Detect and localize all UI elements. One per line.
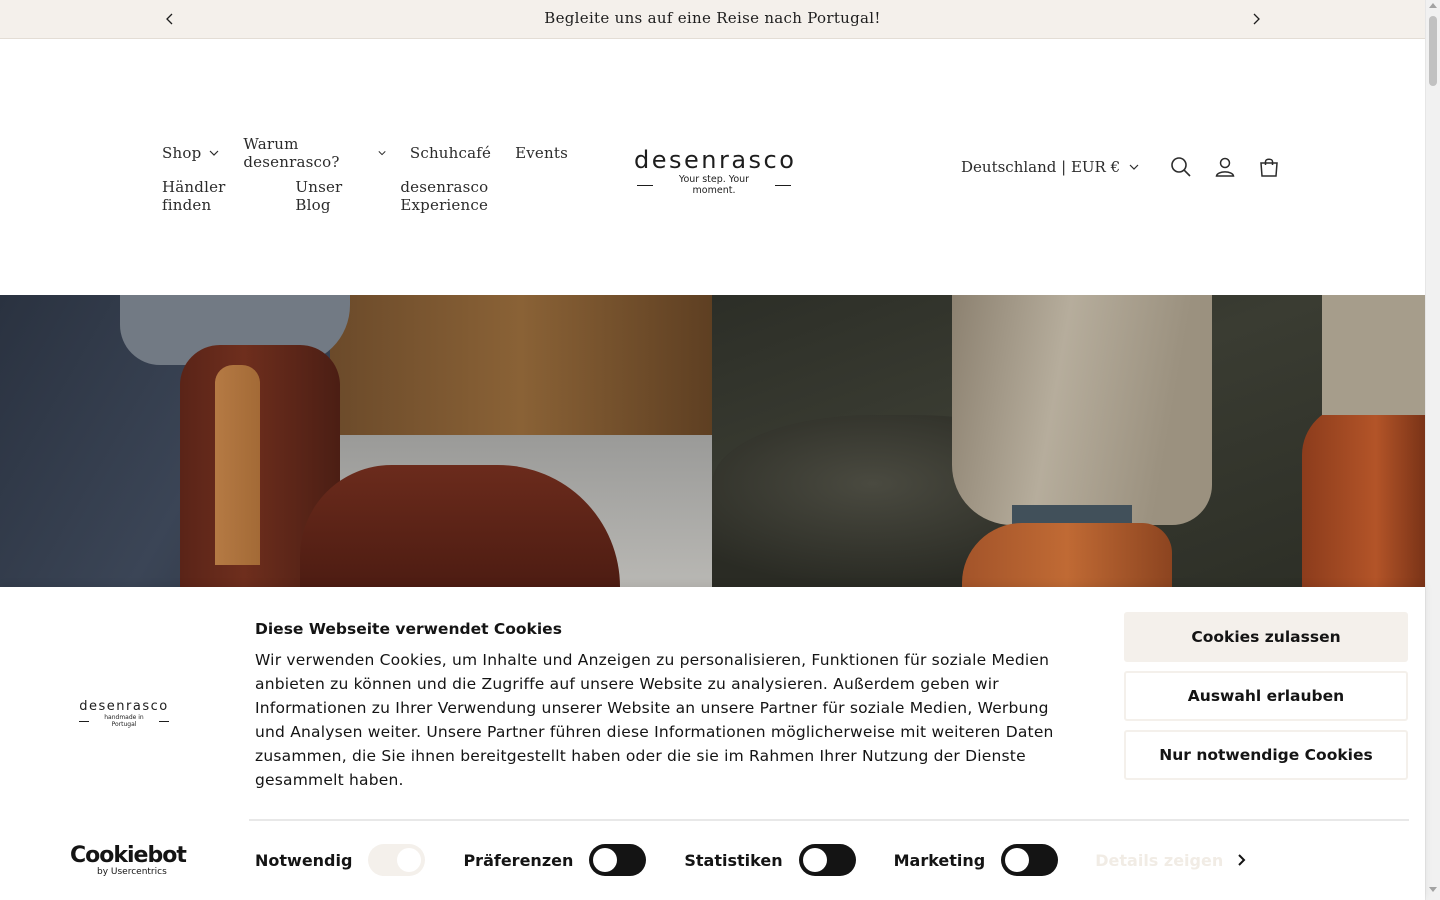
cookie-logo-tagline-row: handmade in Portugal bbox=[76, 714, 172, 728]
nav-item-label: Händler finden bbox=[162, 177, 226, 214]
cookiebot-subtitle: by Usercentrics bbox=[97, 867, 167, 877]
necessary-only-button[interactable]: Nur notwendige Cookies bbox=[1124, 730, 1408, 780]
cookiebot-wordmark: Cookiebot bbox=[70, 843, 187, 868]
page-scrollbar[interactable] bbox=[1425, 0, 1440, 900]
show-details-label: Details zeigen bbox=[1095, 850, 1224, 870]
boot-elastic-shape bbox=[215, 365, 260, 565]
nav-row-2: Händler finden Unser Blog desenrasco Exp… bbox=[162, 174, 592, 217]
cookie-category-toggles: Notwendig Präferenzen Statistiken Market… bbox=[255, 843, 1247, 877]
logo-wordmark: desenrasco bbox=[634, 146, 797, 174]
toggle-statistiken: Statistiken bbox=[684, 844, 856, 876]
shoe-shape-right bbox=[1302, 405, 1425, 587]
nav-item-label: Warum desenrasco? bbox=[243, 134, 340, 171]
nav-item-unser-blog[interactable]: Unser Blog bbox=[295, 178, 376, 214]
cart-icon bbox=[1260, 158, 1278, 177]
cookie-logo-tagline: handmade in Portugal bbox=[104, 714, 144, 728]
nav-item-label: desenrasco Experience bbox=[400, 177, 489, 214]
nav-item-schuhcafe[interactable]: Schuhcafé bbox=[410, 144, 491, 162]
toggle-label: Notwendig bbox=[255, 850, 353, 870]
chevron-down-icon bbox=[378, 150, 386, 155]
show-details-link[interactable]: Details zeigen bbox=[1095, 851, 1247, 870]
search-button[interactable] bbox=[1159, 147, 1203, 187]
shoe-shape bbox=[962, 523, 1172, 587]
statistiken-switch[interactable] bbox=[798, 844, 856, 876]
site-logo[interactable]: desenrasco Your step. Your moment. bbox=[634, 146, 797, 196]
hero-image-lace-shoe bbox=[712, 295, 1425, 587]
divider bbox=[637, 184, 653, 186]
scroll-down-icon[interactable] bbox=[1429, 887, 1437, 892]
marketing-switch[interactable] bbox=[1001, 844, 1059, 876]
switch-knob bbox=[593, 848, 618, 872]
nav-item-desenrasco-experience[interactable]: desenrasco Experience bbox=[400, 178, 568, 214]
cookiebot-logo[interactable]: Cookiebot by Usercentrics bbox=[70, 843, 187, 878]
toggle-praeferenzen: Präferenzen bbox=[463, 844, 647, 876]
hero-image-chelsea-boot bbox=[0, 295, 712, 587]
notwendig-switch bbox=[368, 844, 426, 876]
nav-item-shop[interactable]: Shop bbox=[162, 144, 219, 162]
switch-knob bbox=[1005, 848, 1030, 872]
nav-item-label: Events bbox=[515, 143, 568, 162]
nav-item-warum-desenrasco[interactable]: Warum desenrasco? bbox=[243, 135, 386, 171]
chevron-down-icon bbox=[1129, 164, 1139, 170]
toggle-notwendig: Notwendig bbox=[255, 844, 426, 876]
hero-banner[interactable] bbox=[0, 295, 1425, 587]
site-header: Shop Warum desenrasco? Schuhcafé Events … bbox=[0, 39, 1425, 295]
divider bbox=[249, 819, 1409, 821]
nav-row-1: Shop Warum desenrasco? Schuhcafé Events bbox=[162, 131, 592, 174]
logo-tagline: Your step. Your moment. bbox=[678, 174, 750, 196]
trouser-shape bbox=[952, 295, 1212, 525]
allow-selection-button[interactable]: Auswahl erlauben bbox=[1124, 671, 1408, 721]
divider bbox=[775, 184, 791, 186]
nav-item-label: Shop bbox=[162, 143, 202, 162]
cookie-description: Wir verwenden Cookies, um Inhalte und An… bbox=[255, 651, 1054, 789]
announcement-text[interactable]: Begleite uns auf eine Reise nach Portuga… bbox=[0, 9, 1425, 27]
nav-item-haendler-finden[interactable]: Händler finden bbox=[162, 178, 271, 214]
divider bbox=[159, 720, 169, 722]
allow-all-cookies-button[interactable]: Cookies zulassen bbox=[1124, 612, 1408, 662]
divider bbox=[79, 720, 89, 722]
locale-label: Deutschland | EUR € bbox=[961, 158, 1121, 176]
announcement-bar: Begleite uns auf eine Reise nach Portuga… bbox=[0, 0, 1425, 39]
nav-item-label: Schuhcafé bbox=[409, 143, 492, 162]
nav-item-label: Unser Blog bbox=[295, 177, 343, 214]
toggle-marketing: Marketing bbox=[894, 844, 1059, 876]
account-icon bbox=[1215, 157, 1235, 177]
switch-knob bbox=[802, 848, 827, 872]
bench-shape bbox=[330, 295, 712, 445]
scrollbar-thumb[interactable] bbox=[1429, 16, 1437, 86]
chevron-right-icon bbox=[1238, 854, 1246, 866]
search-icon bbox=[1171, 157, 1191, 177]
header-actions: Deutschland | EUR € bbox=[961, 147, 1291, 187]
chevron-right-icon[interactable] bbox=[1248, 11, 1264, 27]
locale-selector[interactable]: Deutschland | EUR € bbox=[961, 158, 1139, 176]
scroll-up-icon[interactable] bbox=[1429, 3, 1437, 8]
cookie-logo-wordmark: desenrasco bbox=[79, 699, 169, 714]
trouser-right-shape bbox=[1322, 295, 1425, 415]
account-button[interactable] bbox=[1203, 147, 1247, 187]
praeferenzen-switch[interactable] bbox=[589, 844, 647, 876]
switch-knob bbox=[397, 848, 422, 872]
toggle-label: Statistiken bbox=[684, 850, 783, 870]
chevron-down-icon bbox=[209, 150, 219, 156]
cookie-title: Diese Webseite verwendet Cookies bbox=[255, 620, 562, 638]
cookie-banner-logo: desenrasco handmade in Portugal bbox=[76, 699, 172, 728]
cookie-banner: desenrasco handmade in Portugal Diese We… bbox=[0, 587, 1425, 900]
nav-item-events[interactable]: Events bbox=[515, 144, 568, 162]
logo-tagline-row: Your step. Your moment. bbox=[634, 174, 794, 196]
toggle-label: Marketing bbox=[893, 850, 986, 870]
cart-button[interactable] bbox=[1247, 147, 1291, 187]
toggle-label: Präferenzen bbox=[463, 850, 574, 870]
main-navigation: Shop Warum desenrasco? Schuhcafé Events … bbox=[162, 131, 592, 217]
